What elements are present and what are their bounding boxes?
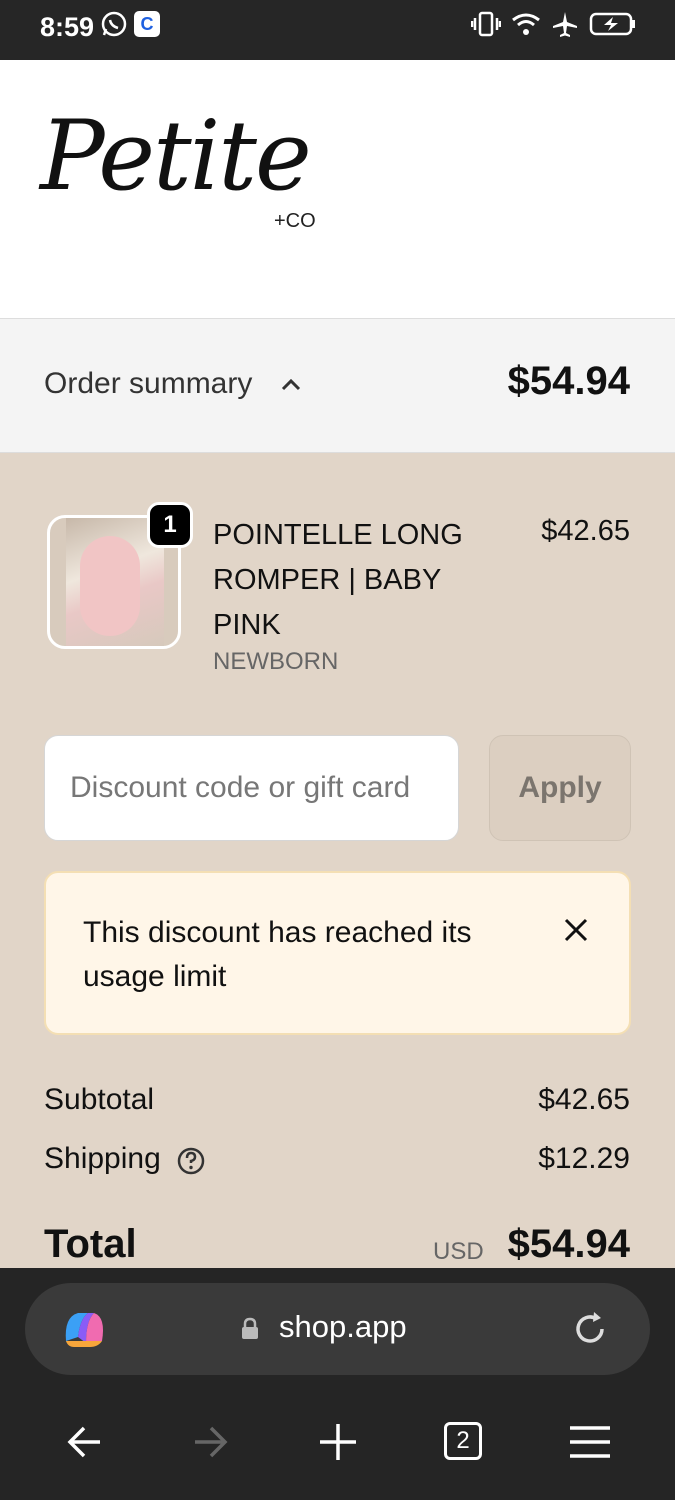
product-price: $42.65 <box>541 515 630 547</box>
subtotal-label: Subtotal <box>44 1083 155 1116</box>
discount-error-alert: This discount has reached its usage limi… <box>44 871 631 1035</box>
order-summary-total: $54.94 <box>507 359 630 403</box>
vibrate-icon <box>471 11 501 37</box>
airplane-icon <box>553 12 577 37</box>
alert-message: This discount has reached its usage limi… <box>83 916 472 993</box>
back-arrow-icon[interactable] <box>66 1422 104 1467</box>
product-name: POINTELLE LONG ROMPER | BABY PINK <box>213 519 463 641</box>
logo-script: Petite <box>40 100 312 212</box>
discount-code-input[interactable] <box>44 735 459 841</box>
product-variant: NEWBORN <box>213 648 339 675</box>
tabs-button[interactable]: 2 <box>444 1422 482 1460</box>
status-time: 8:59 <box>40 12 95 42</box>
chevron-up-icon <box>280 377 302 398</box>
status-bar: 8:59 C <box>0 0 675 60</box>
browser-toolbar: shop.app 2 <box>0 1268 675 1500</box>
logo-suffix: +CO <box>274 210 316 232</box>
help-icon[interactable] <box>176 1146 206 1181</box>
total-label: Total <box>44 1222 137 1266</box>
wifi-icon <box>512 13 540 35</box>
close-icon[interactable] <box>561 915 591 950</box>
new-tab-icon[interactable] <box>318 1422 358 1467</box>
shipping-value: $12.29 <box>538 1142 630 1175</box>
currency-code: USD <box>433 1238 484 1265</box>
store-logo[interactable]: Petite +CO <box>40 100 316 232</box>
product-photo-subject <box>80 536 140 636</box>
subtotal-value: $42.65 <box>538 1083 630 1116</box>
apply-button[interactable]: Apply <box>489 735 631 841</box>
order-summary-label: Order summary <box>44 367 253 400</box>
grand-total-value: $54.94 <box>507 1222 630 1266</box>
copilot-icon[interactable] <box>60 1307 108 1356</box>
reload-icon[interactable] <box>570 1309 610 1354</box>
shipping-label: Shipping <box>44 1142 161 1175</box>
battery-icon <box>589 12 635 36</box>
url-text: shop.app <box>279 1309 407 1344</box>
forward-arrow-icon[interactable] <box>191 1422 229 1467</box>
status-icons <box>471 10 637 38</box>
menu-icon[interactable] <box>568 1422 612 1467</box>
quantity-badge: 1 <box>147 502 193 548</box>
store-header: Petite +CO <box>0 60 675 319</box>
order-summary-toggle[interactable]: Order summary $54.94 <box>0 319 675 453</box>
app-notification-icon: C <box>134 11 160 37</box>
whatsapp-icon <box>101 11 127 42</box>
address-bar[interactable]: shop.app <box>25 1283 650 1375</box>
lock-icon <box>240 1317 260 1346</box>
tab-count: 2 <box>456 1427 470 1454</box>
